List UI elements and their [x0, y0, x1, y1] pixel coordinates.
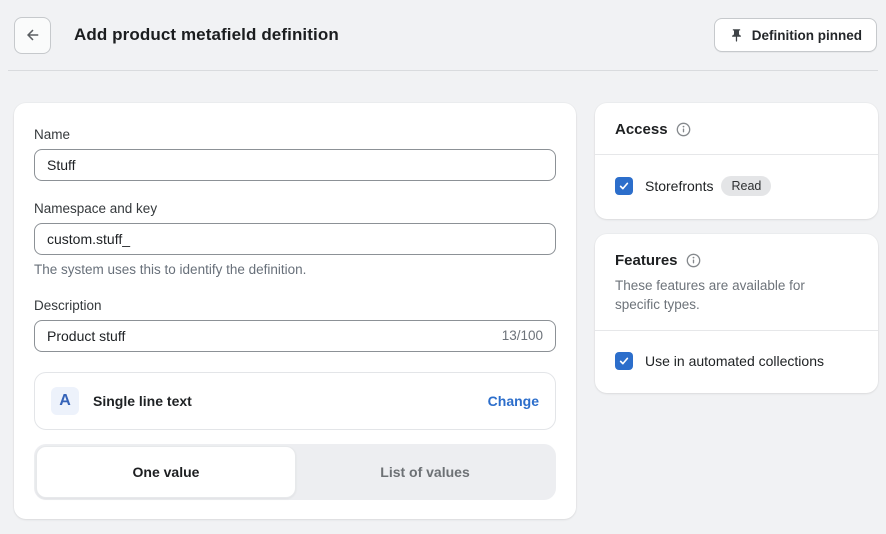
namespace-field-group: Namespace and key The system uses this t… — [34, 201, 556, 278]
checkmark-icon — [619, 357, 629, 365]
page-header: Add product metafield definition Definit… — [8, 0, 878, 71]
name-label: Name — [34, 127, 71, 142]
value-mode-tabs: One value List of values — [34, 444, 556, 500]
storefronts-checkbox[interactable] — [615, 177, 633, 195]
definition-pinned-label: Definition pinned — [751, 27, 862, 43]
name-input[interactable] — [34, 149, 556, 181]
character-counter: 13/100 — [501, 328, 543, 343]
content-type-label: Single line text — [93, 393, 192, 409]
pin-icon — [731, 28, 741, 42]
description-field-group: Description 13/100 — [34, 298, 556, 352]
automated-collections-row: Use in automated collections — [615, 352, 858, 370]
access-card: Access Storefronts Read — [595, 103, 878, 219]
features-card-body: Use in automated collections — [595, 331, 878, 393]
definition-form-card: Name Namespace and key The system uses t… — [14, 103, 576, 519]
description-input[interactable] — [34, 320, 556, 352]
access-card-body: Storefronts Read — [595, 155, 878, 219]
side-column: Access Storefronts Read Features These f… — [595, 103, 878, 393]
features-description: These features are available for specifi… — [615, 278, 805, 312]
features-card: Features These features are available fo… — [595, 234, 878, 393]
storefronts-row: Storefronts Read — [615, 176, 858, 196]
storefronts-label: Storefronts — [645, 178, 714, 194]
arrow-left-icon — [26, 29, 38, 41]
page-title: Add product metafield definition — [74, 25, 339, 44]
back-button[interactable] — [14, 16, 51, 54]
info-icon[interactable] — [676, 122, 691, 137]
automated-collections-label: Use in automated collections — [645, 353, 824, 369]
single-line-text-icon: A — [51, 387, 79, 415]
automated-collections-checkbox[interactable] — [615, 352, 633, 370]
features-title: Features — [615, 252, 678, 269]
features-card-header: Features These features are available fo… — [595, 234, 878, 330]
namespace-label: Namespace and key — [34, 201, 158, 216]
info-icon[interactable] — [686, 253, 701, 268]
definition-pinned-button[interactable]: Definition pinned — [713, 18, 877, 52]
description-input-wrap: 13/100 — [34, 320, 556, 352]
tab-list-of-values[interactable]: List of values — [296, 446, 554, 498]
tab-one-value[interactable]: One value — [36, 446, 296, 498]
change-type-link[interactable]: Change — [488, 393, 539, 409]
name-field-group: Name — [34, 127, 556, 181]
namespace-input[interactable] — [34, 223, 556, 255]
description-label: Description — [34, 298, 102, 313]
read-badge: Read — [721, 176, 772, 196]
checkmark-icon — [619, 182, 629, 190]
namespace-help-text: The system uses this to identify the def… — [34, 262, 307, 277]
main-content: Name Namespace and key The system uses t… — [14, 103, 878, 519]
access-card-header: Access — [595, 103, 878, 154]
content-type-row: A Single line text Change — [34, 372, 556, 430]
access-title: Access — [615, 121, 668, 138]
